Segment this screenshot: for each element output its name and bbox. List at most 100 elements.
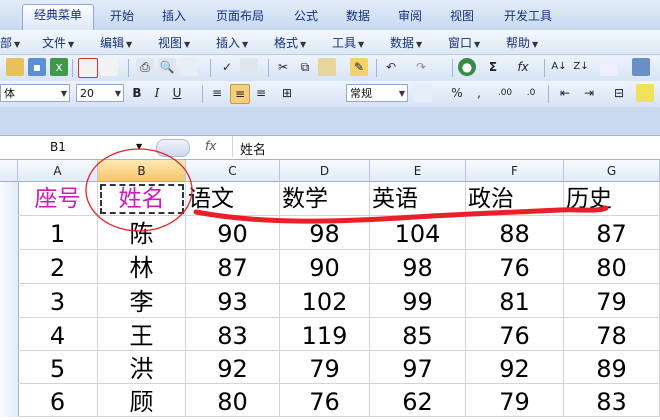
menu-edit[interactable]: 编辑 ▼ [100, 34, 132, 51]
table-cell[interactable]: 89 [564, 351, 660, 384]
table-cell[interactable]: 6 [18, 384, 98, 417]
menu-data[interactable]: 数据 ▼ [390, 34, 422, 51]
table-cell[interactable]: 2 [18, 250, 98, 284]
table-cell[interactable]: 90 [280, 250, 370, 284]
chart-icon[interactable] [632, 58, 650, 76]
column-header-g[interactable]: G [564, 160, 660, 182]
align-center-icon[interactable]: ≡ [230, 84, 250, 104]
menu-tools[interactable]: 工具 ▼ [332, 34, 364, 51]
select-all-corner[interactable] [0, 160, 18, 182]
print-preview-icon[interactable]: 🔍 [158, 58, 176, 76]
column-header-c[interactable]: C [186, 160, 280, 182]
table-cell[interactable]: 104 [370, 216, 466, 250]
save-icon[interactable]: ▪ [28, 58, 46, 76]
italic-button[interactable]: I [148, 84, 166, 102]
table-cell[interactable]: 80 [186, 384, 280, 417]
font-size-combo[interactable]: 20 ▼ [76, 84, 124, 102]
tab-view[interactable]: 视图 [440, 6, 484, 28]
table-cell[interactable]: 98 [370, 250, 466, 284]
spelling-icon[interactable]: ✓ [218, 58, 236, 76]
pdf-icon[interactable] [78, 58, 98, 78]
table-cell[interactable]: 98 [280, 216, 370, 250]
table-cell[interactable]: 王 [98, 318, 186, 351]
print-icon[interactable]: ⎙ [136, 58, 154, 76]
table-cell[interactable]: 62 [370, 384, 466, 417]
tab-formulas[interactable]: 公式 [284, 6, 328, 28]
tab-developer[interactable]: 开发工具 [494, 6, 562, 28]
increase-decimal-icon[interactable]: .00 [496, 84, 514, 102]
percent-style-icon[interactable]: % [448, 84, 466, 102]
table-cell[interactable]: 83 [564, 384, 660, 417]
table-cell[interactable]: 92 [186, 351, 280, 384]
table-cell[interactable]: 92 [466, 351, 564, 384]
table-cell[interactable]: 顾 [98, 384, 186, 417]
table-cell[interactable]: 93 [186, 284, 280, 318]
header-cell-chinese[interactable]: 语文 [186, 182, 280, 216]
table-cell[interactable]: 76 [466, 250, 564, 284]
decrease-decimal-icon[interactable]: .0 [522, 84, 540, 102]
header-cell-seat-no[interactable]: 座号 [18, 182, 98, 216]
formula-input[interactable]: 姓名 [240, 139, 266, 158]
hyperlink-icon[interactable]: ● [458, 58, 476, 76]
fill-color-icon[interactable] [636, 84, 654, 102]
table-cell[interactable]: 洪 [98, 351, 186, 384]
table-cell[interactable]: 90 [186, 216, 280, 250]
header-cell-politics[interactable]: 政治 [466, 182, 564, 216]
filter-icon[interactable] [600, 58, 618, 76]
tab-home[interactable]: 开始 [100, 6, 144, 28]
tab-review[interactable]: 审阅 [388, 6, 432, 28]
header-cell-name[interactable]: 姓名 [98, 182, 186, 216]
table-cell[interactable]: 5 [18, 351, 98, 384]
table-cell[interactable]: 林 [98, 250, 186, 284]
table-cell[interactable]: 79 [466, 384, 564, 417]
tab-page-layout[interactable]: 页面布局 [208, 6, 272, 28]
sort-ascending-icon[interactable]: A↓ [550, 58, 568, 76]
insert-function-icon[interactable]: fx [514, 58, 532, 76]
table-cell[interactable]: 李 [98, 284, 186, 318]
menu-window[interactable]: 窗口 ▼ [448, 34, 480, 51]
table-cell[interactable]: 87 [564, 216, 660, 250]
menu-format[interactable]: 格式 ▼ [274, 34, 306, 51]
translate-icon[interactable] [240, 58, 258, 76]
table-cell[interactable]: 81 [466, 284, 564, 318]
table-cell[interactable]: 97 [370, 351, 466, 384]
table-cell[interactable]: 76 [466, 318, 564, 351]
column-header-d[interactable]: D [280, 160, 370, 182]
menu-file[interactable]: 文件 ▼ [42, 34, 74, 51]
table-cell[interactable]: 3 [18, 284, 98, 318]
column-header-f[interactable]: F [466, 160, 564, 182]
header-cell-history[interactable]: 历史 [564, 182, 660, 216]
cut-icon[interactable]: ✂ [274, 58, 292, 76]
table-cell[interactable]: 88 [466, 216, 564, 250]
decrease-indent-icon[interactable]: ⇤ [556, 84, 574, 102]
column-header-a[interactable]: A [18, 160, 98, 182]
table-cell[interactable]: 83 [186, 318, 280, 351]
header-cell-english[interactable]: 英语 [370, 182, 466, 216]
column-header-e[interactable]: E [370, 160, 466, 182]
table-cell[interactable]: 4 [18, 318, 98, 351]
name-box[interactable]: B1 ▼ [0, 138, 150, 156]
insert-function-icon[interactable]: fx [205, 139, 216, 153]
menu-view[interactable]: 视图 ▼ [158, 34, 190, 51]
bold-button[interactable]: B [128, 84, 146, 102]
copy-icon[interactable]: ⧉ [296, 58, 314, 76]
table-cell[interactable]: 102 [280, 284, 370, 318]
table-cell[interactable]: 78 [564, 318, 660, 351]
menu-help[interactable]: 帮助 ▼ [506, 34, 538, 51]
tab-data[interactable]: 数据 [336, 6, 380, 28]
accounting-format-icon[interactable] [414, 84, 432, 102]
header-cell-math[interactable]: 数学 [280, 182, 370, 216]
table-cell[interactable]: 76 [280, 384, 370, 417]
table-cell[interactable]: 79 [564, 284, 660, 318]
menu-truncated[interactable]: 部 ▼ [0, 34, 20, 51]
redo-icon[interactable]: ↷ [412, 58, 430, 76]
format-painter-icon[interactable]: ✎ [350, 58, 368, 76]
borders-icon[interactable]: ⊟ [610, 84, 628, 102]
table-cell[interactable]: 87 [186, 250, 280, 284]
paste-icon[interactable] [318, 58, 336, 76]
tab-insert[interactable]: 插入 [152, 6, 196, 28]
table-cell[interactable]: 陈 [98, 216, 186, 250]
research-icon[interactable] [180, 58, 198, 76]
sort-descending-icon[interactable]: Z↓ [572, 58, 590, 76]
merge-center-icon[interactable]: ⊞ [278, 84, 296, 102]
